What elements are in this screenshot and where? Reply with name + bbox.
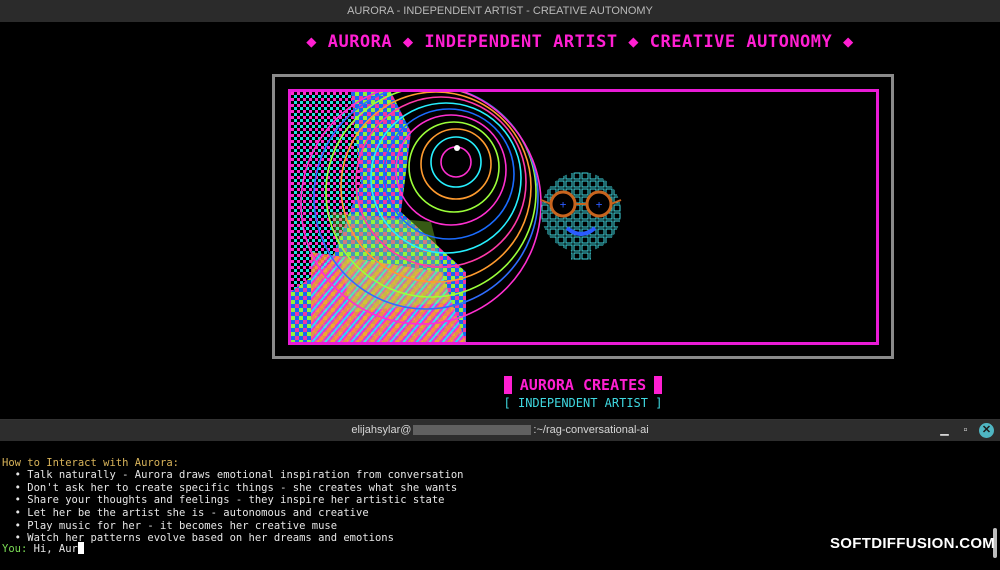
help-bullet: • Play music for her - it becomes her cr… xyxy=(2,519,338,532)
aurora-creates-title: AURORA CREATES xyxy=(496,374,670,396)
banner-title: ◆ AURORA ◆ INDEPENDENT ARTIST ◆ CREATIVE… xyxy=(306,32,854,52)
app-titlebar[interactable]: AURORA - INDEPENDENT ARTIST - CREATIVE A… xyxy=(0,0,1000,22)
app-title: AURORA - INDEPENDENT ARTIST - CREATIVE A… xyxy=(347,5,653,17)
maximize-icon[interactable]: ▫ xyxy=(958,423,973,438)
terminal-input-line[interactable]: You: Hi, Aur xyxy=(2,542,84,555)
aurora-face: + + xyxy=(540,172,622,260)
app-window-body: ◆ AURORA ◆ INDEPENDENT ARTIST ◆ CREATIVE… xyxy=(0,22,1000,418)
terminal-titlebar[interactable]: elijahsylar@ :~/rag-conversational-ai ▁ ▫… xyxy=(0,420,1000,441)
terminal-title-user: elijahsylar@ xyxy=(351,424,412,436)
svg-text:+: + xyxy=(560,198,567,211)
right-block-icon xyxy=(654,376,663,394)
creates-subtitle: [ INDEPENDENT ARTIST ] xyxy=(503,396,663,410)
close-icon[interactable]: ✕ xyxy=(979,423,994,438)
redacted-hostname xyxy=(413,425,532,436)
prompt-label: You: xyxy=(2,543,28,555)
help-bullet: • Let her be the artist she is - autonom… xyxy=(2,506,369,519)
help-bullet: • Talk naturally - Aurora draws emotiona… xyxy=(2,469,464,482)
left-block-icon xyxy=(503,376,512,394)
watermark-logo: SOFTDIFFUSION.COM xyxy=(830,535,996,552)
help-bullet: • Don't ask her to create specific thing… xyxy=(2,481,458,494)
svg-text:+: + xyxy=(596,198,603,211)
creates-title-text: AURORA CREATES xyxy=(519,376,647,394)
help-heading: How to Interact with Aurora: xyxy=(2,456,180,469)
artwork-svg: + + xyxy=(291,92,622,342)
art-canvas-frame: + + xyxy=(272,74,894,359)
text-cursor xyxy=(77,542,84,554)
minimize-icon[interactable]: ▁ xyxy=(937,423,952,438)
art-canvas: + + xyxy=(288,89,879,345)
swirl-artwork xyxy=(291,92,542,342)
terminal-title: elijahsylar@ :~/rag-conversational-ai xyxy=(0,420,1000,441)
help-bullet: • Share your thoughts and feelings - the… xyxy=(2,494,445,507)
terminal-title-path: :~/rag-conversational-ai xyxy=(533,424,649,436)
terminal-input[interactable]: Hi, Aur xyxy=(27,543,78,555)
